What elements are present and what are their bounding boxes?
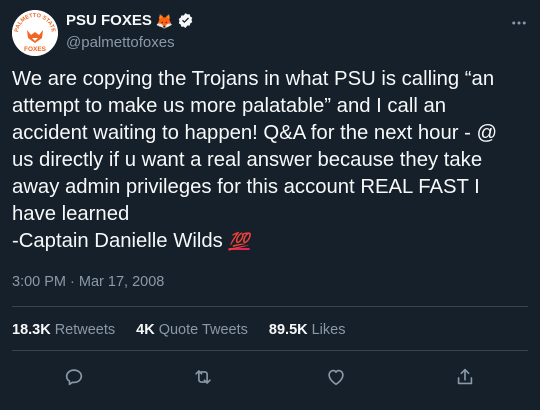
- divider: [12, 306, 528, 307]
- retweets-label: Retweets: [54, 322, 116, 338]
- likes-count: 89.5K: [268, 322, 308, 338]
- tweet-body: We are copying the Trojans in what PSU i…: [12, 68, 498, 252]
- retweets-count: 18.3K: [12, 322, 51, 338]
- quote-tweets-stat[interactable]: 4K Quote Tweets: [136, 322, 248, 338]
- tweet-actions: [0, 364, 540, 394]
- tweet-text: We are copying the Trojans in what PSU i…: [12, 66, 522, 255]
- retweet-icon[interactable]: [190, 364, 216, 390]
- tweet-timestamp[interactable]: 3:00 PM · Mar 17, 2008: [12, 274, 164, 290]
- handle[interactable]: @palmettofoxes: [66, 34, 175, 51]
- engagement-stats: 18.3K Retweets 4K Quote Tweets 89.5K Likes: [12, 322, 345, 338]
- quotes-label: Quote Tweets: [158, 322, 248, 338]
- display-name[interactable]: PSU FOXES: [66, 12, 152, 29]
- like-icon[interactable]: [323, 364, 349, 390]
- quotes-count: 4K: [136, 322, 155, 338]
- avatar-logo: PALMETTO STATE FOXES: [12, 10, 58, 56]
- retweets-stat[interactable]: 18.3K Retweets: [12, 322, 115, 338]
- divider: [12, 350, 528, 351]
- reply-icon[interactable]: [61, 364, 87, 390]
- avatar[interactable]: PALMETTO STATE FOXES: [12, 10, 58, 56]
- fox-emoji: 🦊: [155, 12, 174, 29]
- name-row: PSU FOXES 🦊: [66, 12, 194, 29]
- avatar-text-bottom: FOXES: [24, 46, 47, 53]
- share-icon[interactable]: [452, 364, 478, 390]
- tweet-header: PALMETTO STATE FOXES PSU FOXES 🦊 @palmet…: [12, 10, 528, 56]
- verified-badge-icon: [177, 12, 194, 29]
- hundred-points-emoji: 💯: [228, 232, 250, 251]
- likes-stat[interactable]: 89.5K Likes: [269, 322, 346, 338]
- more-options-icon[interactable]: [510, 14, 528, 37]
- likes-label: Likes: [311, 322, 346, 338]
